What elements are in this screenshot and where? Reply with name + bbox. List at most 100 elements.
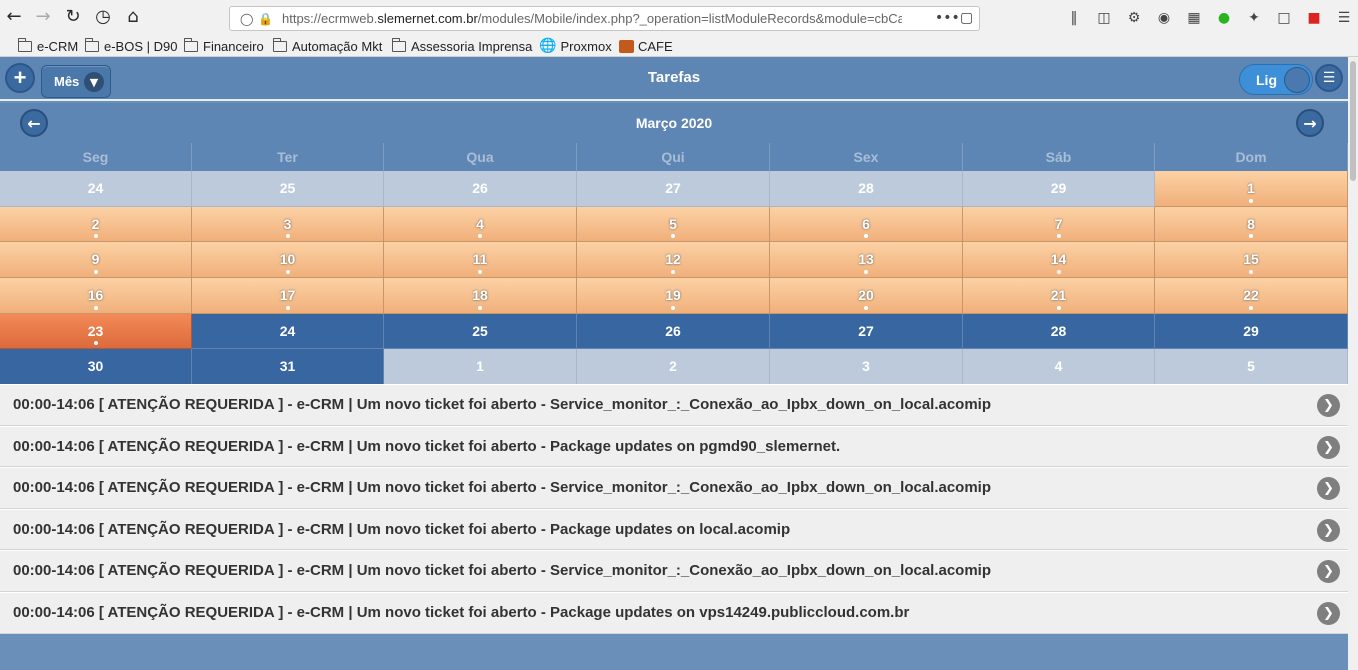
hamburger-menu-icon[interactable]: ☰ xyxy=(1315,64,1343,92)
month-title: Março 2020 xyxy=(635,115,713,131)
calendar-day[interactable]: 31 xyxy=(192,349,384,386)
bookmark-financeiro[interactable]: Financeiro xyxy=(183,36,264,56)
calendar-day[interactable]: 12 xyxy=(577,242,770,279)
calendar-day[interactable]: 18 xyxy=(384,278,577,314)
history-icon[interactable]: ◷ xyxy=(90,4,116,30)
event-list-item[interactable]: 00:00-14:06 [ ATENÇÃO REQUERIDA ] - e-CR… xyxy=(0,550,1348,592)
back-icon[interactable]: ← xyxy=(1,4,27,30)
calendar-day[interactable]: 6 xyxy=(770,206,963,243)
sidebar-icon[interactable]: ◫ xyxy=(1095,9,1113,27)
calendar-day[interactable]: 10 xyxy=(192,242,384,279)
calendar-day[interactable]: 1 xyxy=(1155,171,1348,207)
calendar-day[interactable]: 3 xyxy=(192,206,384,243)
calendar-day[interactable]: 5 xyxy=(577,206,770,243)
calendar-day[interactable]: 29 xyxy=(1155,313,1348,350)
day-number: 24 xyxy=(87,180,104,196)
bookmark-cafe[interactable]: CAFE xyxy=(619,36,673,56)
extension-grid-icon[interactable]: ▦ xyxy=(1185,9,1203,27)
calendar-day[interactable]: 13 xyxy=(770,242,963,279)
reload-icon[interactable]: ↻ xyxy=(60,4,86,30)
extension-c-icon[interactable]: □ xyxy=(1275,9,1293,27)
calendar-day[interactable]: 21 xyxy=(963,278,1155,314)
calendar-day[interactable]: 26 xyxy=(577,313,770,350)
calendar-day[interactable]: 25 xyxy=(192,171,384,207)
day-number: 26 xyxy=(665,322,681,339)
calendar-day[interactable]: 7 xyxy=(963,206,1155,243)
calendar-day[interactable]: 23 xyxy=(0,313,192,350)
bookmark-ecrm[interactable]: e-CRM xyxy=(17,36,78,56)
chevron-right-icon[interactable]: ❯ xyxy=(1317,477,1340,501)
chevron-right-icon[interactable]: ❯ xyxy=(1317,601,1340,625)
chevron-right-icon[interactable]: ❯ xyxy=(1317,394,1340,417)
chevron-right-icon[interactable]: ❯ xyxy=(1317,560,1340,584)
calendar-day[interactable]: 2 xyxy=(577,349,770,386)
browser-menu-icon[interactable]: ☰ xyxy=(1335,9,1353,27)
calendar-day[interactable]: 22 xyxy=(1155,278,1348,314)
calendar-day[interactable]: 9 xyxy=(0,242,192,279)
calendar-day[interactable]: 28 xyxy=(963,313,1155,350)
calendar-day[interactable]: 30 xyxy=(0,349,192,386)
calendar-day[interactable]: 4 xyxy=(963,349,1155,386)
calendar-day[interactable]: 27 xyxy=(577,171,770,207)
calendar-day[interactable]: 25 xyxy=(384,313,577,350)
forward-icon[interactable]: → xyxy=(30,4,56,30)
event-list-item[interactable]: 00:00-14:06 [ ATENÇÃO REQUERIDA ] - e-CR… xyxy=(0,384,1348,426)
calendar-day[interactable]: 16 xyxy=(0,278,192,314)
day-number: 15 xyxy=(1243,251,1259,268)
scrollbar[interactable] xyxy=(1348,57,1358,670)
calendar-day[interactable]: 14 xyxy=(963,242,1155,279)
extension-red-icon[interactable]: ■ xyxy=(1305,9,1323,27)
calendar-day[interactable]: 24 xyxy=(192,313,384,350)
view-select[interactable]: Mês ▼ xyxy=(41,65,111,98)
calendar-week: 23 24 25 26 27 28 29 xyxy=(0,313,1348,350)
calendar-day[interactable]: 20 xyxy=(770,278,963,314)
prev-month-arrow-icon[interactable]: ← xyxy=(20,109,48,137)
weekday-label: Qua xyxy=(384,143,577,171)
calendar-day[interactable]: 19 xyxy=(577,278,770,314)
day-number: 30 xyxy=(87,358,104,375)
add-button[interactable]: + xyxy=(5,63,35,93)
event-list-item[interactable]: 00:00-14:06 [ ATENÇÃO REQUERIDA ] - e-CR… xyxy=(0,508,1348,551)
scrollbar-thumb[interactable] xyxy=(1350,61,1356,181)
calendar-day[interactable]: 4 xyxy=(384,206,577,243)
calendar-day[interactable]: 1 xyxy=(384,349,577,386)
home-icon[interactable]: ⌂ xyxy=(120,4,146,30)
bookmark-proxmox[interactable]: 🌐 Proxmox xyxy=(539,36,612,56)
chevron-right-icon[interactable]: ❯ xyxy=(1317,518,1340,542)
calendar-day[interactable]: 3 xyxy=(770,349,963,386)
pocket-icon[interactable]: ▢ xyxy=(960,10,973,26)
bookmark-ebos[interactable]: e-BOS | D90 xyxy=(84,36,177,56)
extension-gear-icon[interactable]: ⚙ xyxy=(1125,9,1143,27)
calendar-day[interactable]: 26 xyxy=(384,171,577,207)
bookmark-assessoria[interactable]: Assessoria Imprensa xyxy=(391,36,532,56)
calendar-day[interactable]: 29 xyxy=(963,171,1155,207)
calendar-day[interactable]: 27 xyxy=(770,313,963,350)
day-number: 4 xyxy=(476,215,484,232)
calendar-day[interactable]: 5 xyxy=(1155,349,1348,386)
calendar-week: 30 31 1 2 3 4 5 xyxy=(0,349,1348,386)
page-actions-icon[interactable]: ••• xyxy=(935,10,960,26)
next-month-arrow-icon[interactable]: → xyxy=(1296,109,1324,137)
library-icon[interactable]: ‖ xyxy=(1065,9,1083,27)
day-number: 5 xyxy=(1247,358,1255,375)
calendar-day[interactable]: 24 xyxy=(0,171,192,207)
day-number: 29 xyxy=(1050,180,1067,196)
event-list-item[interactable]: 00:00-14:06 [ ATENÇÃO REQUERIDA ] - e-CR… xyxy=(0,425,1348,468)
toggle-switch[interactable]: Lig xyxy=(1239,64,1313,95)
event-list-item[interactable]: 00:00-14:06 [ ATENÇÃO REQUERIDA ] - e-CR… xyxy=(0,467,1348,509)
url-bar[interactable]: ◯ 🔒 https://ecrmweb.slemernet.com.br/mod… xyxy=(229,6,980,31)
extension-bird-icon[interactable]: ✦ xyxy=(1245,9,1263,27)
calendar-day[interactable]: 28 xyxy=(770,171,963,207)
calendar-day[interactable]: 17 xyxy=(192,278,384,314)
calendar-day[interactable]: 2 xyxy=(0,206,192,243)
calendar-day[interactable]: 15 xyxy=(1155,242,1348,279)
account-icon[interactable]: ◉ xyxy=(1155,9,1173,27)
chevron-right-icon[interactable]: ❯ xyxy=(1317,435,1340,459)
event-list-item[interactable]: 00:00-14:06 [ ATENÇÃO REQUERIDA ] - e-CR… xyxy=(0,591,1348,634)
calendar-day[interactable]: 8 xyxy=(1155,206,1348,243)
extension-green-icon[interactable]: ● xyxy=(1215,9,1233,27)
weekday-label: Sex xyxy=(770,143,963,171)
bookmark-automacao[interactable]: Automação Mkt xyxy=(272,36,382,56)
chevron-down-icon: ▼ xyxy=(84,72,104,92)
calendar-day[interactable]: 11 xyxy=(384,242,577,279)
